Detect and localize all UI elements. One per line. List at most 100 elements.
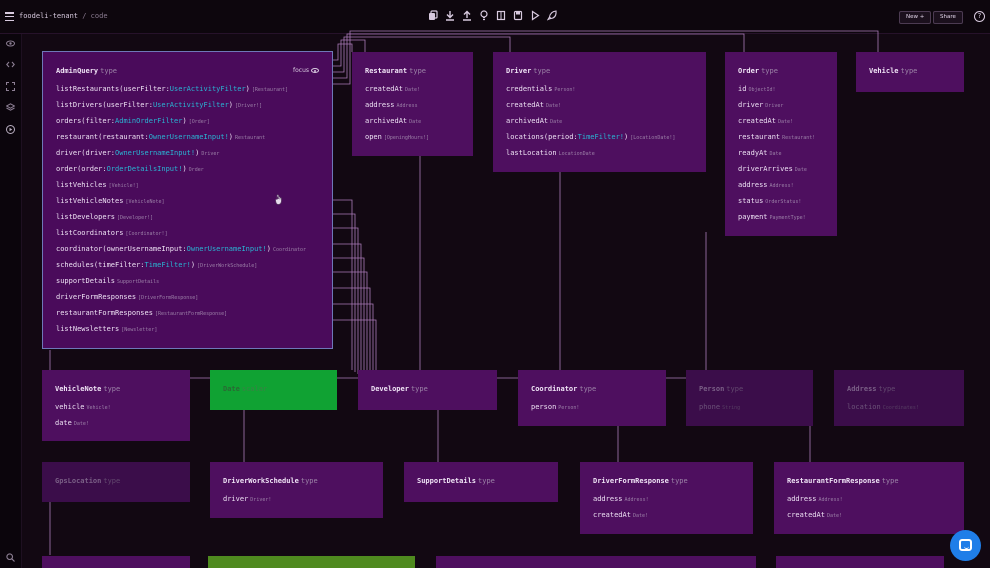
- node-coordinator[interactable]: Coordinator type person Person!: [518, 370, 666, 426]
- type-field[interactable]: address Address!: [738, 181, 794, 189]
- type-field[interactable]: address Address: [365, 101, 418, 109]
- node-vehicle[interactable]: Vehicle type: [856, 52, 964, 92]
- node-order[interactable]: Order type id ObjectId! driver Driver createdA…: [725, 52, 837, 236]
- argument-type[interactable]: OrderDetailsInput!: [107, 165, 183, 173]
- node-gps-location[interactable]: GpsLocation type: [42, 462, 190, 502]
- layers-icon[interactable]: [5, 103, 16, 112]
- download-icon[interactable]: [444, 10, 455, 22]
- field-type[interactable]: Date!: [633, 513, 648, 519]
- type-field[interactable]: status OrderStatus!: [738, 197, 801, 205]
- rocket-icon[interactable]: [546, 10, 557, 22]
- play-circle-icon[interactable]: [6, 125, 15, 134]
- query-field[interactable]: driver(driver:OwnerUsernameInput!) Driver: [56, 149, 219, 157]
- argument-type[interactable]: UserActivityFilter: [170, 85, 246, 93]
- field-type[interactable]: Address!: [770, 183, 794, 189]
- chat-launcher-button[interactable]: [950, 530, 981, 561]
- view-name[interactable]: code: [91, 12, 108, 20]
- query-field[interactable]: driverFormResponses [DriverFormResponse]: [56, 293, 198, 301]
- save-icon[interactable]: [512, 10, 523, 22]
- type-field[interactable]: createdAt Date!: [593, 511, 648, 519]
- field-type[interactable]: Order: [189, 167, 204, 173]
- argument-type[interactable]: TimeFilter!: [578, 133, 624, 141]
- help-icon[interactable]: ?: [974, 11, 985, 22]
- argument-type[interactable]: TimeFilter!: [145, 261, 191, 269]
- field-type[interactable]: String: [722, 405, 740, 411]
- field-type[interactable]: [Restaurant]: [252, 87, 288, 93]
- query-field[interactable]: order(order:OrderDetailsInput!) Order: [56, 165, 204, 173]
- type-field[interactable]: driver Driver: [738, 101, 783, 109]
- query-field[interactable]: listDevelopers [Developer!]: [56, 213, 153, 221]
- type-field[interactable]: person Person!: [531, 403, 579, 411]
- eye-icon[interactable]: [6, 39, 15, 48]
- code-icon[interactable]: [6, 60, 15, 69]
- field-type[interactable]: Coordinator: [273, 247, 306, 253]
- type-field[interactable]: phone String: [699, 403, 740, 411]
- field-type[interactable]: Coordinates!: [883, 405, 919, 411]
- type-field[interactable]: driver Driver!: [223, 495, 271, 503]
- type-field[interactable]: driverArrives Date: [738, 165, 807, 173]
- type-field[interactable]: archivedAt Date: [506, 117, 562, 125]
- field-type[interactable]: [Driver!]: [235, 103, 262, 109]
- type-field[interactable]: location Coordinates!: [847, 403, 919, 411]
- type-field[interactable]: createdAt Date!: [506, 101, 561, 109]
- field-type[interactable]: Driver!: [250, 497, 271, 503]
- field-type[interactable]: Date: [770, 151, 782, 157]
- query-field[interactable]: restaurantFormResponses [RestaurantFormRe…: [56, 309, 227, 317]
- field-type[interactable]: Address: [397, 103, 418, 109]
- field-type[interactable]: [LocationDate!]: [630, 135, 675, 141]
- type-field[interactable]: locations(period:TimeFilter!) [LocationDa…: [506, 133, 675, 141]
- lightbulb-icon[interactable]: [478, 10, 489, 22]
- type-field[interactable]: address Address!: [787, 495, 843, 503]
- type-field[interactable]: date Date!: [55, 419, 89, 427]
- play-icon[interactable]: [529, 10, 540, 22]
- new-button[interactable]: New +: [899, 11, 932, 24]
- field-type[interactable]: Date: [795, 167, 807, 173]
- type-field[interactable]: address Address!: [593, 495, 649, 503]
- query-field[interactable]: coordinator(ownerUsernameInput:OwnerUser…: [56, 245, 306, 253]
- field-type[interactable]: Date!: [827, 513, 842, 519]
- field-type[interactable]: [Newsletter]: [121, 327, 157, 333]
- field-type[interactable]: [Order]: [189, 119, 210, 125]
- field-type[interactable]: Person!: [554, 87, 575, 93]
- query-field[interactable]: listRestaurants(userFilter:UserActivityF…: [56, 85, 288, 93]
- project-name[interactable]: foodeli-tenant: [19, 12, 78, 20]
- node-partial[interactable]: [208, 556, 415, 568]
- node-restaurant-form-response[interactable]: RestaurantFormResponse type address Address…: [774, 462, 964, 534]
- node-date-scalar[interactable]: Date scalar: [210, 370, 337, 410]
- argument-type[interactable]: OwnerUsernameInput!: [187, 245, 267, 253]
- field-type[interactable]: [DriverFormResponse]: [138, 295, 198, 301]
- node-developer[interactable]: Developer type: [358, 370, 497, 410]
- query-field[interactable]: listCoordinators [Coordinator!]: [56, 229, 168, 237]
- query-field[interactable]: restaurant(restaurant:OwnerUsernameInput…: [56, 133, 265, 141]
- node-driver[interactable]: Driver type credentials Person! createdAt Dat…: [493, 52, 706, 172]
- query-field[interactable]: supportDetails SupportDetails: [56, 277, 159, 285]
- argument-type[interactable]: AdminOrderFilter: [115, 117, 182, 125]
- type-field[interactable]: restaurant Restaurant!: [738, 133, 815, 141]
- copy-icon[interactable]: [427, 10, 438, 22]
- type-field[interactable]: createdAt Date!: [738, 117, 793, 125]
- type-field[interactable]: createdAt Date!: [365, 85, 420, 93]
- field-type[interactable]: [Developer!]: [117, 215, 153, 221]
- node-restaurant[interactable]: Restaurant type createdAt Date! address Addre…: [352, 52, 473, 156]
- field-type[interactable]: Date: [409, 119, 421, 125]
- type-field[interactable]: credentials Person!: [506, 85, 575, 93]
- field-type[interactable]: [DriverWorkSchedule]: [197, 263, 257, 269]
- node-vehicle-note[interactable]: VehicleNote type vehicle Vehicle! date Date!: [42, 370, 190, 441]
- upload-icon[interactable]: [461, 10, 472, 22]
- query-field[interactable]: listVehicles [Vehicle!]: [56, 181, 139, 189]
- node-driver-work-schedule[interactable]: DriverWorkSchedule type driver Driver!: [210, 462, 383, 518]
- query-field[interactable]: schedules(timeFilter:TimeFilter!) [Driver…: [56, 261, 257, 269]
- field-type[interactable]: Restaurant: [235, 135, 265, 141]
- node-partial[interactable]: [436, 556, 756, 568]
- node-driver-form-response[interactable]: DriverFormResponse type address Address! cre…: [580, 462, 753, 534]
- node-address[interactable]: Address type location Coordinates!: [834, 370, 964, 426]
- expand-icon[interactable]: [5, 81, 16, 92]
- field-type[interactable]: [OpeningHours!]: [384, 135, 429, 141]
- query-field[interactable]: listNewsletters [Newsletter]: [56, 325, 157, 333]
- field-type[interactable]: Date!: [74, 421, 89, 427]
- field-type[interactable]: [RestaurantFormResponse]: [155, 311, 227, 317]
- field-type[interactable]: Restaurant!: [782, 135, 815, 141]
- argument-type[interactable]: UserActivityFilter: [153, 101, 229, 109]
- field-type[interactable]: [VehicleNote]: [125, 199, 164, 205]
- type-field[interactable]: createdAt Date!: [787, 511, 842, 519]
